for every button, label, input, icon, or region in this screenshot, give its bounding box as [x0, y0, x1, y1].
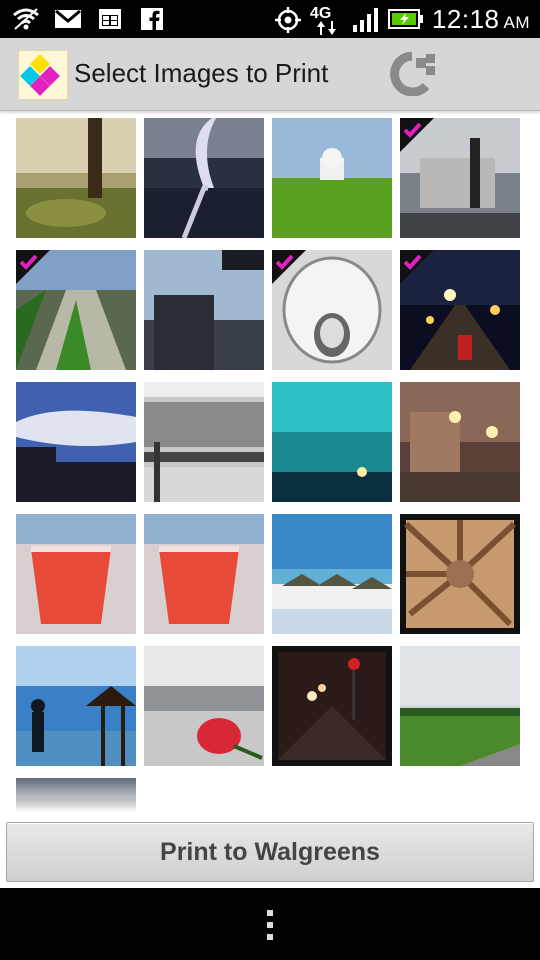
battery-charging-icon [387, 8, 424, 32]
image-thumbnail-teal-sky-lights[interactable] [272, 382, 392, 502]
image-thumbnail-building-plaza[interactable] [400, 118, 520, 238]
image-thumbnail-green-field[interactable] [400, 646, 520, 766]
image-thumbnail-capitol-lawn[interactable] [272, 118, 392, 238]
walgreens-w-icon[interactable] [388, 51, 438, 97]
image-thumbnail-snowy-street[interactable] [144, 382, 264, 502]
wifi-icon [12, 6, 40, 32]
image-thumbnail-rose-sand[interactable] [144, 646, 264, 766]
image-thumbnail-night-street[interactable] [400, 250, 520, 370]
calendar-icon [96, 6, 124, 32]
image-thumbnail-night-road[interactable] [272, 646, 392, 766]
image-thumbnail-cascade-garden[interactable] [16, 250, 136, 370]
image-thumbnail-beach-umbrellas[interactable] [272, 514, 392, 634]
gmail-icon [54, 6, 82, 32]
image-thumbnail-sculpture[interactable] [272, 250, 392, 370]
signal-icon [352, 7, 380, 33]
image-thumbnail-red-drink-1[interactable] [16, 514, 136, 634]
selected-check-icon [272, 250, 306, 284]
selected-check-icon [400, 118, 434, 152]
image-thumbnail-beach-silhouette[interactable] [16, 646, 136, 766]
image-thumbnail-fountain[interactable] [144, 118, 264, 238]
image-thumbnail-park-tree[interactable] [16, 118, 136, 238]
nav-bar [0, 888, 540, 960]
image-thumbnail-cloudy-sunset[interactable] [16, 382, 136, 502]
status-bar: 4G 12:18 AM [0, 0, 540, 38]
action-bar: Select Images to Print [0, 38, 540, 111]
4g-lte-icon: 4G [310, 5, 344, 35]
gps-icon [274, 6, 302, 33]
selected-check-icon [400, 250, 434, 284]
app-logo-icon [18, 50, 68, 100]
selected-check-icon [16, 250, 50, 284]
image-thumbnail-palapa-roof[interactable] [400, 514, 520, 634]
overflow-menu-icon[interactable] [262, 906, 278, 946]
facebook-icon [138, 6, 166, 32]
image-thumbnail-street-lamps[interactable] [400, 382, 520, 502]
print-button[interactable]: Print to Walgreens [6, 822, 534, 882]
page-title: Select Images to Print [74, 58, 329, 88]
image-thumbnail-dusk-buildings[interactable] [144, 250, 264, 370]
image-thumbnail-red-drink-2[interactable] [144, 514, 264, 634]
clock: 12:18 AM [431, 4, 530, 34]
scroll-fade [0, 770, 540, 820]
